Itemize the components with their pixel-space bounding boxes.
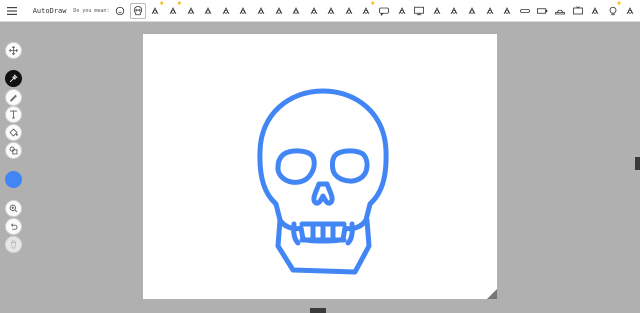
menu-button[interactable] bbox=[0, 0, 25, 22]
tent-icon bbox=[468, 6, 476, 14]
suggestion-item[interactable] bbox=[482, 3, 498, 19]
lamp-icon bbox=[310, 6, 318, 14]
suggestions-bar: ★ ★ ★ ★ bbox=[112, 0, 640, 22]
suggestion-item[interactable] bbox=[183, 3, 199, 19]
select-tool[interactable] bbox=[5, 42, 22, 59]
cargo-truck-icon bbox=[591, 6, 599, 14]
moose-icon bbox=[345, 6, 353, 14]
star-icon: ★ bbox=[158, 0, 165, 7]
shapes-icon bbox=[9, 146, 18, 155]
suggestion-item[interactable] bbox=[253, 3, 269, 19]
tiger-face-icon bbox=[204, 6, 212, 14]
bear-face-icon bbox=[222, 6, 230, 14]
battery-icon bbox=[537, 7, 548, 14]
suggestion-item[interactable] bbox=[517, 3, 533, 19]
color-tool[interactable] bbox=[5, 171, 22, 188]
car-icon bbox=[555, 9, 565, 14]
suggestion-item[interactable] bbox=[534, 3, 550, 19]
suggestion-item[interactable] bbox=[341, 3, 357, 19]
suggestion-item[interactable]: ★ bbox=[165, 0, 182, 19]
color-swatch-icon bbox=[8, 174, 19, 185]
top-bar: AutoDraw Do you mean: ★ ★ ★ ★ bbox=[0, 0, 640, 22]
delete-tool[interactable] bbox=[5, 236, 22, 253]
undo-tool[interactable] bbox=[5, 218, 22, 235]
suggestion-item[interactable] bbox=[129, 2, 146, 19]
move-icon bbox=[9, 46, 18, 55]
draw-tool[interactable] bbox=[5, 89, 22, 106]
suggestion-item[interactable]: ★ bbox=[605, 0, 622, 19]
spider-icon bbox=[327, 6, 335, 14]
suggestion-item[interactable] bbox=[499, 3, 515, 19]
suggestion-item[interactable] bbox=[429, 3, 445, 19]
bottom-edge-handle[interactable] bbox=[310, 308, 326, 313]
piano-icon bbox=[257, 6, 265, 14]
paint-bucket-icon bbox=[9, 128, 18, 137]
television-icon bbox=[572, 5, 583, 14]
suggestion-item[interactable] bbox=[587, 3, 603, 19]
zoom-tool[interactable] bbox=[5, 200, 22, 217]
zoom-icon bbox=[9, 204, 18, 213]
hamburger-menu-icon bbox=[7, 6, 18, 15]
baby-face-icon bbox=[116, 6, 125, 15]
suggestions-label: Do you mean: bbox=[73, 7, 110, 14]
suggestion-item[interactable] bbox=[570, 3, 586, 19]
skull-drawing[interactable] bbox=[143, 34, 497, 299]
suggestion-item[interactable] bbox=[394, 3, 410, 19]
cart-icon bbox=[398, 6, 406, 14]
suggestion-item[interactable]: ★ bbox=[358, 0, 376, 19]
skull-icon bbox=[133, 5, 142, 15]
autodraw-tool[interactable] bbox=[5, 70, 22, 87]
star-icon: ★ bbox=[176, 0, 182, 7]
suggestion-item[interactable] bbox=[112, 3, 128, 19]
bird-icon bbox=[292, 6, 300, 14]
speech-bubble-icon bbox=[379, 7, 389, 16]
trash-icon bbox=[10, 240, 17, 249]
spaceship-icon bbox=[451, 6, 458, 14]
suggestion-item[interactable] bbox=[446, 3, 462, 19]
type-tool[interactable] bbox=[5, 106, 22, 123]
suggestion-item[interactable] bbox=[306, 3, 322, 19]
suggestion-item[interactable] bbox=[235, 3, 251, 19]
shape-tool[interactable] bbox=[5, 142, 22, 159]
right-edge-handle[interactable] bbox=[635, 157, 640, 170]
pill-icon bbox=[519, 8, 530, 13]
owl-face-icon bbox=[187, 6, 194, 14]
suggestion-item[interactable] bbox=[271, 3, 287, 19]
suggestion-item[interactable] bbox=[376, 3, 392, 19]
undo-icon bbox=[11, 223, 18, 230]
fish-icon bbox=[503, 6, 511, 14]
eiffel-tower-icon bbox=[486, 6, 494, 14]
suggestion-item[interactable]: ★ bbox=[147, 0, 165, 19]
deer-icon bbox=[433, 6, 441, 14]
fill-tool[interactable] bbox=[5, 124, 22, 141]
star-icon: ★ bbox=[370, 0, 376, 7]
suggestion-item[interactable] bbox=[200, 3, 216, 19]
suggestion-item[interactable] bbox=[552, 3, 568, 19]
suggestion-item[interactable] bbox=[218, 3, 234, 19]
suggestion-item[interactable] bbox=[323, 3, 339, 19]
drawing-canvas[interactable] bbox=[143, 34, 497, 299]
candle-icon bbox=[627, 6, 634, 14]
suggestion-item[interactable] bbox=[411, 3, 427, 19]
pencil-icon bbox=[10, 94, 17, 102]
canvas-resize-handle[interactable] bbox=[487, 289, 497, 299]
suggestion-item[interactable] bbox=[622, 3, 638, 19]
text-icon bbox=[10, 110, 17, 119]
bunny-face-icon bbox=[239, 6, 247, 14]
monitor-icon bbox=[414, 6, 425, 15]
app-title: AutoDraw bbox=[32, 6, 67, 15]
suggestion-item[interactable] bbox=[464, 3, 480, 19]
film-camera-icon bbox=[275, 6, 282, 14]
suggestion-item[interactable] bbox=[288, 3, 304, 19]
star-icon: ★ bbox=[616, 0, 622, 7]
autodraw-sparkle-icon bbox=[9, 74, 18, 83]
